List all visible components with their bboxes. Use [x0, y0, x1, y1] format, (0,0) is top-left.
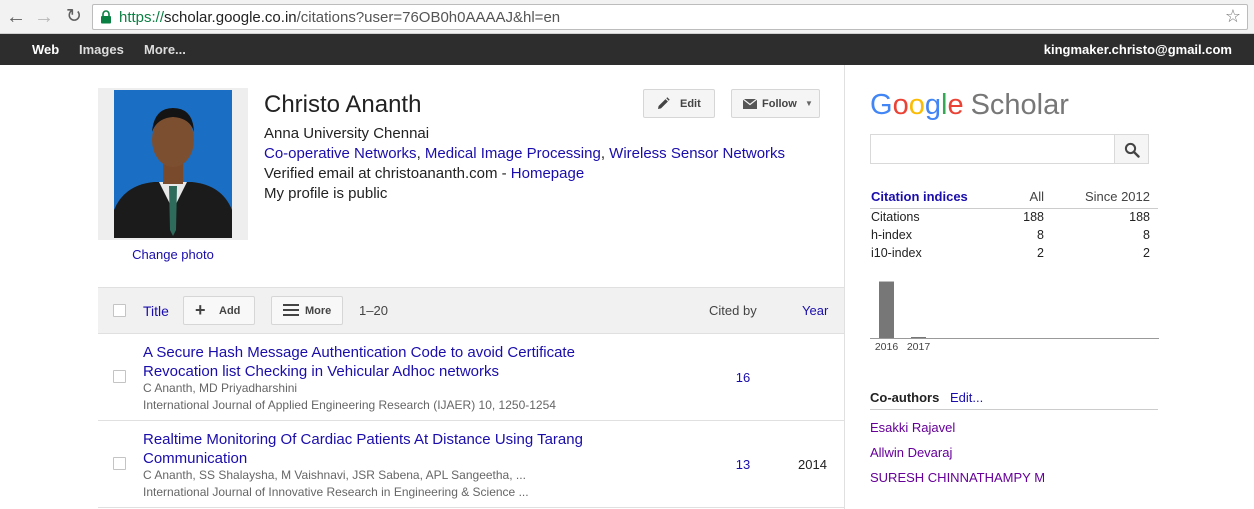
google-scholar-logo[interactable]: Google Scholar	[870, 89, 1069, 122]
logo-scholar: Scholar	[970, 89, 1069, 121]
verified-email: Verified email at christoananth.com - Ho…	[264, 165, 585, 182]
profile-interests: Co-operative Networks, Medical Image Pro…	[264, 145, 786, 162]
profile-name: Christo Ananth	[264, 91, 422, 118]
profile-photo	[114, 90, 232, 238]
homepage-link[interactable]: Homepage	[511, 165, 584, 182]
coauthors-edit-link[interactable]: Edit...	[950, 390, 983, 405]
article-authors: C Ananth, MD Priyadharshini	[143, 381, 298, 395]
plus-icon: +	[195, 300, 206, 320]
article-checkbox[interactable]	[113, 370, 126, 383]
cited-by-link[interactable]: 16	[728, 370, 758, 385]
reload-icon[interactable]: ↻	[64, 7, 84, 27]
google-bar: Web Images More... kingmaker.christo@gma…	[0, 34, 1254, 65]
account-email[interactable]: kingmaker.christo@gmail.com	[1044, 42, 1232, 57]
profile-photo-frame	[98, 88, 248, 240]
col-since: Since 2012	[1084, 189, 1150, 204]
coauthor-link[interactable]: Allwin Devaraj	[870, 445, 952, 460]
coauthors-title: Co-authors	[870, 390, 940, 405]
profile-visibility: My profile is public	[264, 185, 388, 202]
sort-by-title[interactable]: Title	[143, 303, 169, 319]
column-divider	[844, 65, 845, 509]
results-range: 1–20	[359, 303, 388, 318]
chart-tick-label: 2016	[875, 341, 899, 352]
sort-by-year[interactable]: Year	[802, 303, 828, 318]
article-title-link[interactable]: A Secure Hash Message Authentication Cod…	[143, 343, 633, 381]
more-button[interactable]: More	[271, 296, 343, 325]
search-icon	[1124, 142, 1140, 158]
logo-letter: o	[908, 89, 925, 121]
logo-letter: o	[892, 89, 909, 121]
metric-all: 188	[1023, 210, 1044, 224]
article-title-link[interactable]: Realtime Monitoring Of Cardiac Patients …	[143, 430, 633, 468]
metric-label: h-index	[871, 228, 912, 242]
article-checkbox[interactable]	[113, 457, 126, 470]
more-label: More	[305, 305, 332, 317]
follow-label: Follow	[762, 98, 797, 110]
metric-all: 2	[1037, 246, 1044, 260]
change-photo-link[interactable]: Change photo	[98, 247, 248, 262]
logo-google: Google	[870, 89, 964, 121]
citations-histogram: 2016 2017	[870, 281, 1159, 352]
citation-indices-header: Citation indices All Since 2012	[870, 188, 1158, 209]
profile-affiliation: Anna University Chennai	[264, 125, 430, 142]
article-venue: International Journal of Applied Enginee…	[143, 398, 556, 412]
article-authors: C Ananth, SS Shalaysha, M Vaishnavi, JSR…	[143, 468, 526, 482]
citation-row: h-index 8 8	[870, 228, 1158, 246]
forward-arrow-icon[interactable]: →	[34, 7, 54, 27]
browser-toolbar: ← → ↻ https://scholar.google.co.in/citat…	[0, 0, 1254, 34]
articles-table-header: Title + Add More 1–20 Cited by Year	[98, 287, 844, 334]
cited-by-header: Cited by	[709, 303, 757, 318]
citation-row: i10-index 2 2	[870, 246, 1158, 264]
nav-images-link[interactable]: Images	[79, 42, 124, 57]
article-row: A Secure Hash Message Authentication Cod…	[98, 334, 844, 421]
metric-since: 188	[1129, 210, 1150, 224]
lock-icon	[101, 10, 111, 24]
chart-tick-label: 2017	[907, 341, 931, 352]
edit-button[interactable]: Edit	[643, 89, 715, 118]
back-arrow-icon[interactable]: ←	[6, 7, 26, 27]
metric-label: i10-index	[871, 246, 922, 260]
metric-since: 8	[1143, 228, 1150, 242]
metric-all: 8	[1037, 228, 1044, 242]
metric-since: 2	[1143, 246, 1150, 260]
follow-button[interactable]: Follow ▼	[731, 89, 820, 118]
add-button[interactable]: + Add	[183, 296, 255, 325]
article-row: Realtime Monitoring Of Cardiac Patients …	[98, 421, 844, 508]
pencil-icon	[658, 97, 670, 109]
nav-more-link[interactable]: More...	[144, 42, 186, 57]
logo-letter: G	[870, 89, 893, 121]
interest-link[interactable]: Co-operative Networks	[264, 145, 417, 162]
article-year: 2014	[798, 457, 827, 472]
citation-row: Citations 188 188	[870, 210, 1158, 228]
search-input[interactable]	[870, 134, 1114, 164]
select-all-checkbox[interactable]	[113, 304, 126, 317]
nav-web-link[interactable]: Web	[32, 42, 59, 57]
coauthors-header: Co-authors Edit...	[870, 389, 1158, 410]
add-label: Add	[219, 305, 241, 317]
col-all: All	[1029, 189, 1044, 204]
search-button[interactable]	[1114, 134, 1149, 164]
coauthor-link[interactable]: Esakki Rajavel	[870, 420, 955, 435]
citation-indices-title[interactable]: Citation indices	[871, 189, 968, 204]
url-text: https://scholar.google.co.in/citations?u…	[119, 9, 561, 26]
logo-letter: e	[947, 89, 964, 121]
coauthor-link[interactable]: SURESH CHINNATHAMPY M	[870, 470, 1045, 485]
metric-label: Citations	[871, 210, 920, 224]
bookmark-star-icon[interactable]: ☆	[1225, 6, 1241, 27]
interest-link[interactable]: Medical Image Processing	[425, 145, 601, 162]
chart-bar-2016[interactable]	[879, 281, 894, 338]
article-venue: International Journal of Innovative Rese…	[143, 485, 529, 499]
menu-icon	[283, 304, 299, 316]
address-bar[interactable]: https://scholar.google.co.in/citations?u…	[92, 4, 1248, 30]
envelope-icon	[743, 99, 757, 109]
chart-bar-2017[interactable]	[911, 337, 926, 338]
cited-by-link[interactable]: 13	[728, 457, 758, 472]
logo-letter: g	[924, 89, 941, 121]
edit-label: Edit	[680, 98, 701, 110]
main-content: Change photo Christo Ananth Anna Univers…	[0, 65, 1254, 509]
chevron-down-icon: ▼	[805, 99, 813, 108]
interest-link[interactable]: Wireless Sensor Networks	[609, 145, 785, 162]
